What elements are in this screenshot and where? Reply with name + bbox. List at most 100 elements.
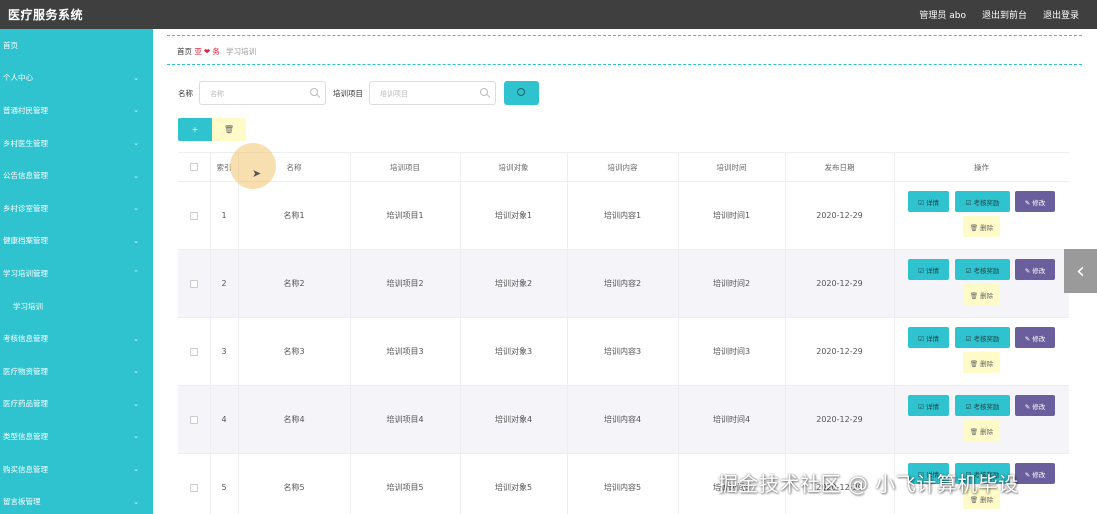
chevron-down-icon: ⌄ xyxy=(133,236,139,245)
top-bar-links: 管理员 abo 退出到前台 退出登录 xyxy=(919,8,1079,21)
edit-button[interactable]: ✎ 修改 xyxy=(1015,191,1055,212)
table-cell-content: 培训内容2 xyxy=(603,279,642,288)
detail-button[interactable]: ☑ 详情 xyxy=(908,259,949,280)
breadcrumb-mid: 亚 xyxy=(194,47,202,56)
column-header: 培训内容 xyxy=(607,162,638,172)
table-cell-target: 培训对象2 xyxy=(494,279,533,288)
sidebar-item[interactable]: 乡村诊室管理 ⌄ xyxy=(0,192,153,225)
edit-button[interactable]: ✎ 修改 xyxy=(1015,259,1055,280)
chevron-down-icon: ⌄ xyxy=(133,367,139,376)
collapse-handle[interactable]: ‹ xyxy=(1064,249,1097,293)
table-cell-content: 培训内容3 xyxy=(603,347,642,356)
sidebar-item[interactable]: 购买信息管理 ⌄ xyxy=(0,453,153,486)
sidebar-item[interactable]: 个人中心 ⌄ xyxy=(0,62,153,95)
delete-button[interactable]: 🗑 删除 xyxy=(963,420,1000,441)
logout-link[interactable]: 退出登录 xyxy=(1043,8,1079,21)
delete-button[interactable]: 🗑 删除 xyxy=(963,284,1000,305)
reward-button[interactable]: ☑ 考核奖励 xyxy=(955,327,1010,348)
sidebar-item[interactable]: 考核信息管理 ⌄ xyxy=(0,322,153,355)
row-checkbox[interactable] xyxy=(178,454,210,514)
search-icon xyxy=(480,88,488,96)
sidebar-item-label: 公告信息管理 xyxy=(3,171,48,181)
checkbox-icon xyxy=(190,415,198,424)
chevron-down-icon: ⌄ xyxy=(133,204,139,213)
to-front-link[interactable]: 退出到前台 xyxy=(982,8,1027,21)
table-row: 3 名称3 培训项目3 培训对象3 培训内容3 培训时间3 2020-12-29 ☑ 详情 ☑ … xyxy=(178,318,1069,386)
table-cell-time: 培训时间2 xyxy=(712,279,751,288)
table-cell-name: 名称3 xyxy=(283,347,305,356)
delete-button[interactable]: 🗑 删除 xyxy=(963,216,1000,237)
row-checkbox[interactable] xyxy=(178,318,210,385)
heart-icon: ❤ xyxy=(203,47,211,56)
sidebar-item[interactable]: 乡村医生管理 ⌄ xyxy=(0,127,153,160)
sidebar-item[interactable]: 健康档案管理 ⌄ xyxy=(0,225,153,258)
reward-button[interactable]: ☑ 考核奖励 xyxy=(955,395,1010,416)
breadcrumb-bar: 首页 亚 ❤ 务 学习培训 xyxy=(167,35,1082,65)
chevron-down-icon: ⌄ xyxy=(133,399,139,408)
name-input[interactable]: 名称 xyxy=(199,81,326,105)
reward-button[interactable]: ☑ 考核奖励 xyxy=(955,191,1010,212)
sidebar-item[interactable]: 医疗物资管理 ⌄ xyxy=(0,355,153,388)
table-cell-index: 1 xyxy=(221,211,227,220)
sidebar-item-label: 乡村医生管理 xyxy=(3,138,48,148)
project-placeholder: 培训项目 xyxy=(380,90,408,98)
detail-button[interactable]: ☑ 详情 xyxy=(908,395,949,416)
chevron-down-icon: ⌄ xyxy=(133,497,139,506)
sidebar-item[interactable]: 首页 xyxy=(0,29,153,62)
sidebar-item[interactable]: 公告信息管理 ⌄ xyxy=(0,159,153,192)
row-checkbox[interactable] xyxy=(178,250,210,317)
project-input[interactable]: 培训项目 xyxy=(369,81,496,105)
select-all-checkbox[interactable] xyxy=(178,153,210,181)
delete-button[interactable]: 🗑 删除 xyxy=(963,352,1000,373)
data-table: 索引 名称 培训项目 培训对象 培训内容 培训时间 发布日期 操作 1 名称1 培训项目1 培训对象1… xyxy=(178,152,1069,514)
checkbox-icon xyxy=(190,483,198,492)
chevron-down-icon: ⌄ xyxy=(133,334,139,343)
table-row: 2 名称2 培训项目2 培训对象2 培训内容2 培训时间2 2020-12-29 ☑ 详情 ☑ … xyxy=(178,250,1069,318)
sidebar-item[interactable]: 学习培训管理 ⌃ xyxy=(0,257,153,290)
table-cell-project: 培训项目1 xyxy=(386,211,424,220)
detail-button[interactable]: ☑ 详情 xyxy=(908,327,949,348)
chevron-down-icon: ⌄ xyxy=(133,73,139,82)
main-content: 首页 亚 ❤ 务 学习培训 名称 名称 培训项目 培训项目 + 🗑 索引 名称 培训项目… xyxy=(153,29,1097,514)
table-cell-time: 培训时间3 xyxy=(712,347,751,356)
bulk-delete-button[interactable]: 🗑 xyxy=(212,118,246,141)
table-cell-index: 4 xyxy=(221,415,227,424)
column-header: 操作 xyxy=(974,162,989,172)
table-cell-date: 2020-12-29 xyxy=(816,211,863,220)
sidebar: 首页 个人中心 ⌄ 普通村民管理 ⌄ 乡村医生管理 ⌄ 公告信息管理 ⌄ 乡村诊室管理 ⌄ 健康档案管… xyxy=(0,29,153,514)
row-actions: ☑ 详情 ☑ 考核奖励 ✎ 修改 🗑 删除 xyxy=(894,386,1069,453)
search-button[interactable] xyxy=(504,81,539,105)
sidebar-item[interactable]: 医疗药品管理 ⌄ xyxy=(0,388,153,421)
sidebar-item-label: 医疗药品管理 xyxy=(3,399,48,409)
sidebar-item-label: 医疗物资管理 xyxy=(3,366,48,376)
table-cell-date: 2020-12-29 xyxy=(816,415,863,424)
sidebar-item-label: 健康档案管理 xyxy=(3,236,48,246)
table-cell-content: 培训内容4 xyxy=(603,415,642,424)
cursor-highlight xyxy=(230,143,276,189)
detail-button[interactable]: ☑ 详情 xyxy=(908,191,949,212)
breadcrumb-current: 学习培训 xyxy=(226,47,257,56)
edit-button[interactable]: ✎ 修改 xyxy=(1015,327,1055,348)
sidebar-item[interactable]: 普通村民管理 ⌄ xyxy=(0,94,153,127)
table-cell-content: 培训内容1 xyxy=(603,211,642,220)
row-checkbox[interactable] xyxy=(178,386,210,453)
table-cell-index: 3 xyxy=(221,347,227,356)
row-actions: ☑ 详情 ☑ 考核奖励 ✎ 修改 🗑 删除 xyxy=(894,250,1069,317)
row-checkbox[interactable] xyxy=(178,182,210,249)
add-button[interactable]: + xyxy=(178,118,212,141)
sidebar-item-label: 购买信息管理 xyxy=(3,464,48,474)
table-cell-index: 2 xyxy=(221,279,227,288)
sidebar-item[interactable]: 留言板管理 ⌄ xyxy=(0,485,153,514)
table-cell-name: 名称4 xyxy=(283,415,305,424)
sidebar-item[interactable]: 学习培训 xyxy=(0,290,153,323)
column-header: 培训时间 xyxy=(716,162,747,172)
edit-button[interactable]: ✎ 修改 xyxy=(1015,463,1055,484)
sidebar-item[interactable]: 类型信息管理 ⌄ xyxy=(0,420,153,453)
breadcrumb-home[interactable]: 首页 xyxy=(177,47,192,56)
reward-button[interactable]: ☑ 考核奖励 xyxy=(955,259,1010,280)
table-cell-target: 培训对象4 xyxy=(494,415,533,424)
breadcrumb-mid2: 务 xyxy=(212,47,220,56)
edit-button[interactable]: ✎ 修改 xyxy=(1015,395,1055,416)
column-header: 培训对象 xyxy=(498,162,529,172)
table-cell-date: 2020-12-29 xyxy=(816,347,863,356)
